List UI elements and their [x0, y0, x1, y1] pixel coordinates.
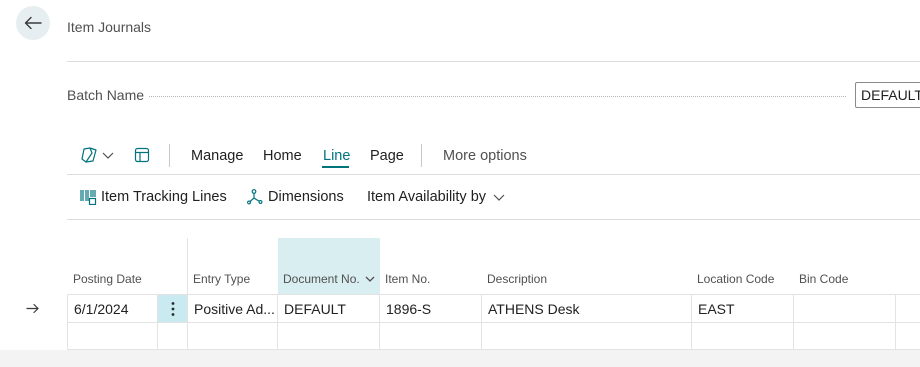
- tab-manage[interactable]: Manage: [191, 148, 243, 164]
- more-vertical-icon: [171, 301, 174, 316]
- chevron-down-icon: [102, 152, 114, 159]
- item-tracking-lines-label: Item Tracking Lines: [101, 189, 227, 205]
- grid-footer-band: [0, 350, 920, 367]
- batch-name-label: Batch Name: [67, 87, 149, 103]
- cell-item-no[interactable]: 1896-S: [386, 301, 431, 317]
- column-header-document-no[interactable]: Document No.: [283, 272, 376, 286]
- header-divider: [67, 61, 920, 62]
- cell-location-code[interactable]: EAST: [698, 301, 735, 317]
- column-header-entry-type[interactable]: Entry Type: [193, 272, 250, 286]
- current-row-arrow-icon: [26, 303, 39, 314]
- item-availability-by-label: Item Availability by: [367, 189, 487, 205]
- column-header-item-no[interactable]: Item No.: [385, 272, 430, 286]
- back-button[interactable]: [16, 6, 50, 40]
- cell-document-no[interactable]: DEFAULT: [284, 301, 346, 317]
- cell-entry-type[interactable]: Positive Ad...: [194, 301, 275, 317]
- barcode-icon: [80, 190, 97, 205]
- batch-name-input[interactable]: DEFAULT: [855, 82, 920, 108]
- cell-description[interactable]: ATHENS Desk: [488, 301, 580, 317]
- toolbar-separator: [169, 144, 170, 167]
- grid-header-line: [67, 294, 920, 295]
- dimensions-icon: [247, 189, 263, 205]
- item-tracking-lines-button[interactable]: Item Tracking Lines: [80, 189, 227, 205]
- tab-line[interactable]: Line: [323, 148, 350, 164]
- column-header-bin-code[interactable]: Bin Code: [799, 272, 848, 286]
- open-in-excel-button[interactable]: [80, 147, 115, 163]
- sort-chevron-down-icon: [365, 276, 375, 282]
- column-header-location-code[interactable]: Location Code: [697, 272, 774, 286]
- layout-icon: [134, 147, 150, 163]
- item-availability-by-button[interactable]: Item Availability by: [367, 189, 506, 205]
- row-actions-button[interactable]: [158, 295, 187, 322]
- column-header-document-no-label: Document No.: [283, 272, 360, 286]
- column-header-posting-date[interactable]: Posting Date: [73, 272, 142, 286]
- batch-name-leader-dots: [146, 96, 846, 97]
- personalize-button[interactable]: [134, 147, 150, 163]
- dimensions-label: Dimensions: [268, 189, 344, 205]
- page-title: Item Journals: [67, 19, 152, 35]
- cell-posting-date[interactable]: 6/1/2024: [74, 301, 129, 317]
- arrow-left-icon: [24, 16, 42, 30]
- tab-home[interactable]: Home: [263, 148, 302, 164]
- subbar-divider: [67, 219, 920, 220]
- toolbar-separator: [421, 144, 422, 167]
- tab-page[interactable]: Page: [370, 148, 404, 164]
- column-header-description[interactable]: Description: [487, 272, 547, 286]
- dimensions-button[interactable]: Dimensions: [247, 189, 344, 205]
- active-tab-indicator: [322, 166, 349, 168]
- chevron-down-icon: [493, 194, 505, 201]
- more-options-button[interactable]: More options: [443, 148, 527, 164]
- toolbar-divider: [67, 174, 920, 175]
- office-icon: [81, 147, 97, 163]
- sorted-column-header-highlight: [278, 238, 380, 295]
- grid-row-line: [67, 322, 920, 323]
